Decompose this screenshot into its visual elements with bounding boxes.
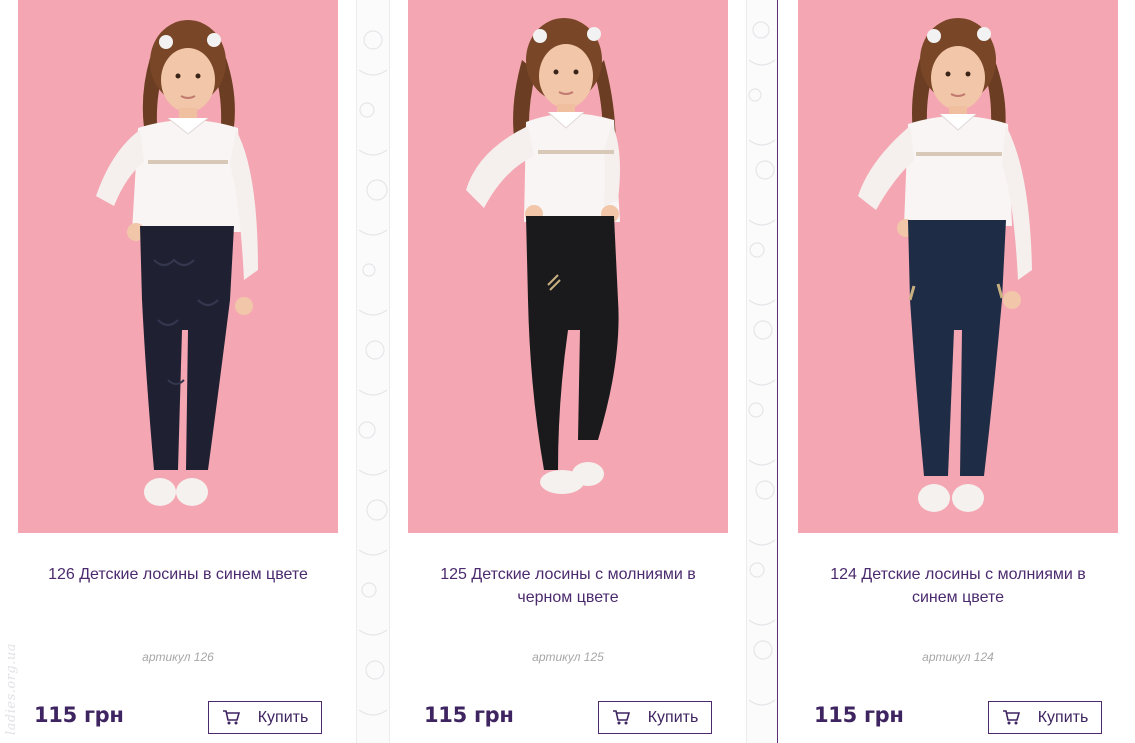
product-sku: артикул 124	[922, 650, 994, 664]
buy-button-label: Купить	[1037, 708, 1089, 726]
floral-pattern-icon	[358, 30, 388, 716]
cart-icon	[1002, 710, 1020, 725]
product-price: 115 грн	[34, 703, 124, 727]
product-photo[interactable]	[18, 0, 338, 533]
buy-button[interactable]: Купить	[988, 701, 1102, 734]
product-price: 115 грн	[814, 703, 904, 727]
product-photo[interactable]	[408, 0, 728, 533]
buy-button[interactable]: Купить	[208, 701, 322, 734]
buy-button-label: Купить	[647, 708, 699, 726]
product-title[interactable]: 124 Детские лосины с молниями в синем цв…	[798, 563, 1118, 609]
product-title[interactable]: 125 Детские лосины с молниями в черном ц…	[408, 563, 728, 609]
cart-icon	[222, 710, 240, 725]
product-title[interactable]: 126 Детские лосины в синем цвете	[18, 563, 338, 586]
cart-icon	[612, 710, 630, 725]
decorative-gutter	[356, 0, 390, 743]
floral-pattern-icon	[748, 21, 776, 706]
product-price: 115 грн	[424, 703, 514, 727]
buy-button-label: Купить	[257, 708, 309, 726]
decorative-gutter	[746, 0, 778, 743]
column-divider	[777, 0, 778, 743]
product-photo[interactable]	[798, 0, 1118, 533]
product-card: 124 Детские лосины с молниями в синем цв…	[798, 0, 1118, 743]
product-sku: артикул 126	[142, 650, 214, 664]
buy-button[interactable]: Купить	[598, 701, 712, 734]
product-card: 126 Детские лосины в синем цвете артикул…	[18, 0, 338, 743]
product-sku: артикул 125	[532, 650, 604, 664]
product-card: 125 Детские лосины с молниями в черном ц…	[408, 0, 728, 743]
